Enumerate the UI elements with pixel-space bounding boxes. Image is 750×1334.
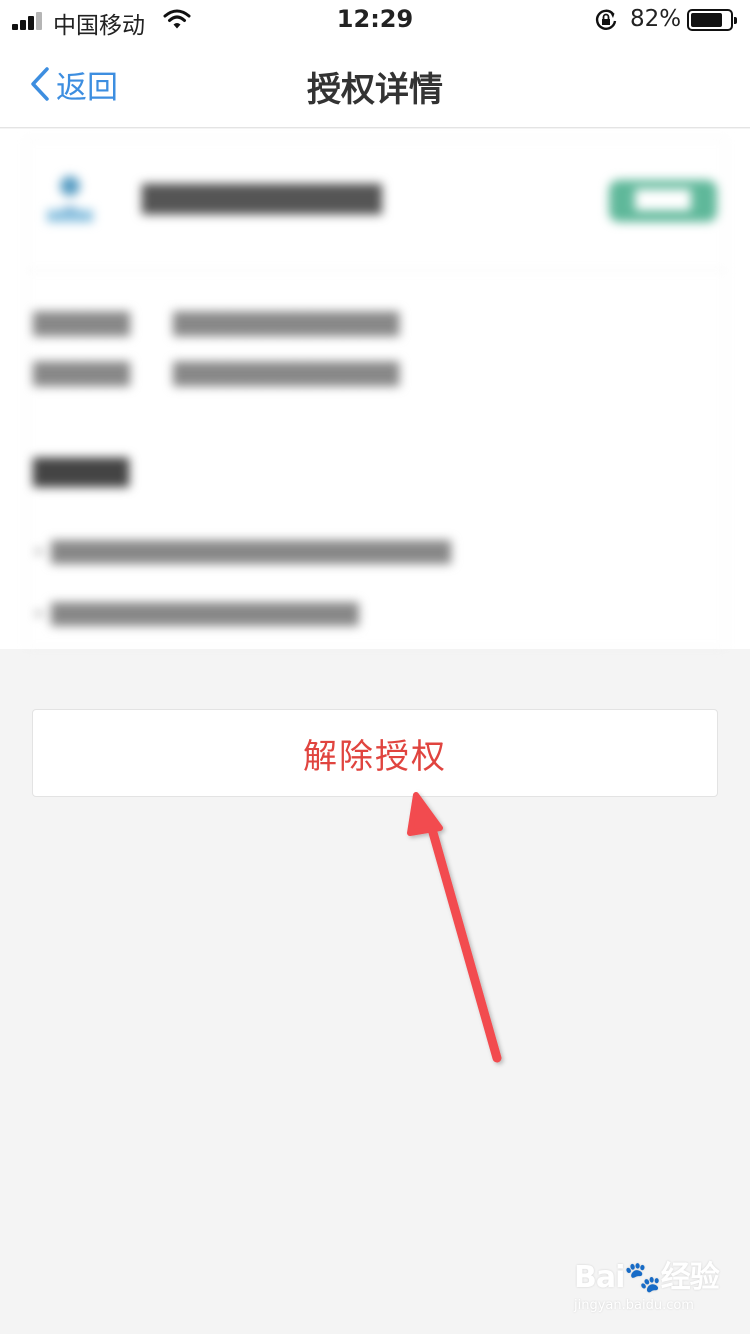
paw-icon: 🐾 (624, 1260, 661, 1295)
info-row: ██████ ██████████████ (33, 362, 400, 386)
app-name-blurred: ████████████ (142, 185, 382, 215)
revoke-authorization-button[interactable]: 解除授权 (32, 709, 718, 797)
watermark-brand: Bai (574, 1260, 625, 1295)
authorization-details: ████████████ ████ ██████ ██████████████ █… (0, 129, 750, 649)
navigation-bar: 返回 授权详情 (0, 40, 750, 128)
divider (27, 270, 727, 271)
blurred-detail-card: ████████████ ████ ██████ ██████████████ █… (26, 139, 727, 649)
watermark-url: jingyan.baidu.com (574, 1298, 694, 1313)
baidu-watermark: Bai🐾经验 jingyan.baidu.com (574, 1252, 724, 1322)
battery-percentage: 82% (630, 6, 682, 32)
rotation-lock-icon (595, 9, 617, 30)
info-row: ██████ ██████████████ (33, 312, 400, 336)
watermark-brand-suffix: 经验 (660, 1260, 720, 1295)
app-avatar-icon (47, 176, 93, 222)
page-title: 授权详情 (307, 70, 443, 110)
permission-item: • ████████████████████ (33, 602, 359, 626)
status-bar: 中国移动 12:29 82% (0, 0, 750, 40)
battery-icon (687, 9, 737, 31)
permission-item: • ██████████████████████████ (33, 540, 452, 564)
revoke-authorization-label: 解除授权 (303, 736, 447, 777)
section-title-blurred: █████ (33, 458, 130, 487)
status-badge: ████ (609, 180, 717, 222)
